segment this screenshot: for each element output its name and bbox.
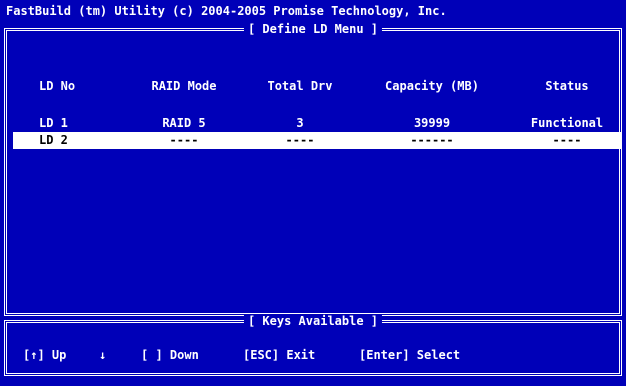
header-ld-no: LD No (39, 79, 76, 93)
cell-raid-mode: ---- (169, 133, 199, 147)
panel-title: [ Define LD Menu ] (243, 22, 383, 36)
cell-ld-no: LD 2 (39, 133, 68, 147)
cell-ld-no: LD 1 (39, 116, 68, 130)
table-row[interactable]: LD 1 RAID 5 3 39999 Functional (7, 115, 619, 131)
keys-panel-title: [ Keys Available ] (243, 314, 383, 328)
header-total-drv: Total Drv (267, 79, 333, 93)
key-down-hint: [ ] Down (141, 348, 199, 362)
keys-available-panel: [ Keys Available ] [↑] Up ↓ [ ] Down [ES… (4, 314, 622, 376)
app-title: FastBuild (tm) Utility (c) 2004-2005 Pro… (6, 4, 447, 18)
key-exit-hint: [ESC] Exit (243, 348, 316, 362)
header-raid-mode: RAID Mode (151, 79, 217, 93)
define-ld-menu-panel: [ Define LD Menu ] LD No RAID Mode Total… (4, 22, 622, 316)
header-status: Status (545, 79, 589, 93)
down-arrow-icon: ↓ (99, 348, 107, 362)
cell-status: Functional (530, 116, 604, 130)
cell-status: ---- (552, 133, 582, 147)
cell-total-drv: 3 (296, 116, 304, 130)
table-row-selected[interactable]: LD 2 ---- ---- ------ ---- (13, 132, 621, 149)
cell-capacity: 39999 (413, 116, 451, 130)
table-header: LD No RAID Mode Total Drv Capacity (MB) … (7, 78, 619, 94)
cell-total-drv: ---- (285, 133, 315, 147)
key-up-hint: [↑] Up (23, 348, 67, 362)
key-select-hint: [Enter] Select (359, 348, 461, 362)
cell-capacity: ------ (410, 133, 454, 147)
header-capacity: Capacity (MB) (385, 79, 479, 93)
cell-raid-mode: RAID 5 (162, 116, 206, 130)
